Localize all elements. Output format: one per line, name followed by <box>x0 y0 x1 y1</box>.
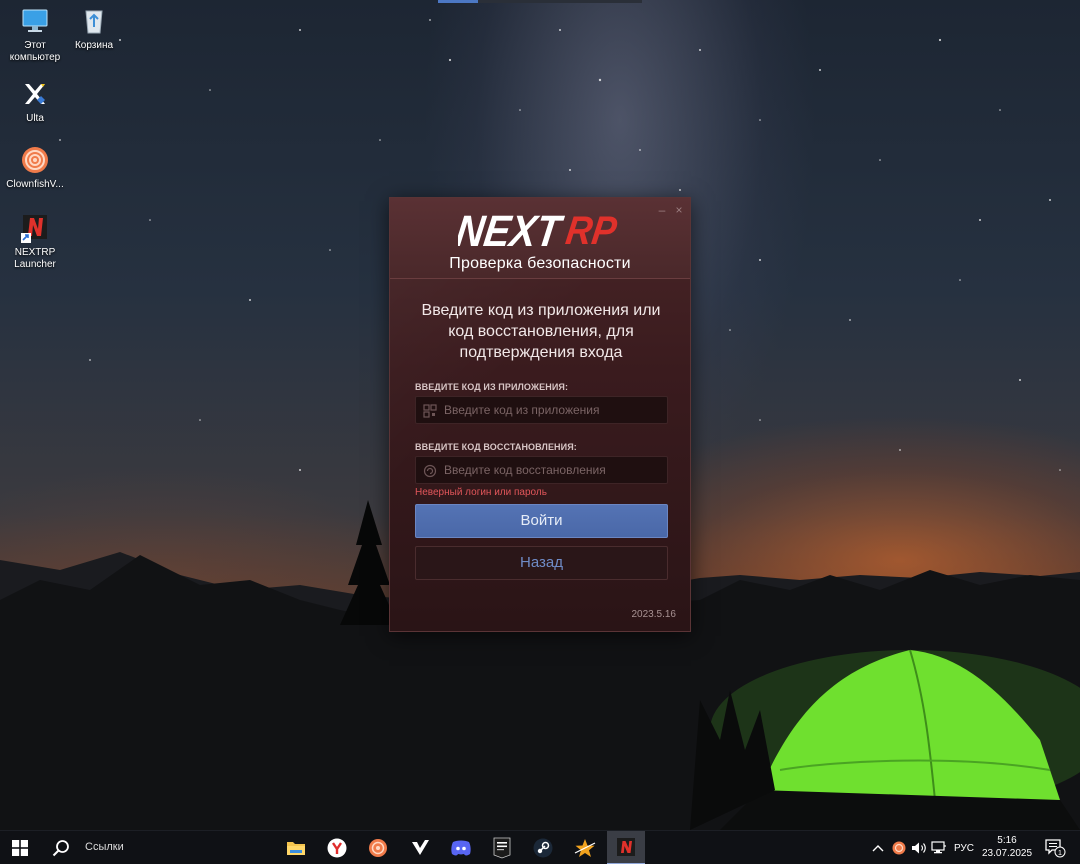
desktop-icon-nextrp-launcher[interactable]: NEXTRP Launcher <box>0 212 70 271</box>
clock-date: 23.07.2025 <box>982 848 1033 859</box>
close-button[interactable]: × <box>673 204 685 216</box>
minimize-button[interactable]: – <box>656 204 668 216</box>
desktop-icon-label: NEXTRP Launcher <box>14 247 56 270</box>
login-button[interactable]: Войти <box>415 504 668 538</box>
instruction-text: Введите код из приложения или код восста… <box>421 302 661 361</box>
tray-notifications[interactable]: 1 <box>1040 831 1070 864</box>
discord-icon <box>451 840 471 856</box>
ulta-icon <box>412 840 429 855</box>
taskbar-app-steam[interactable] <box>524 831 562 864</box>
clock-time: 5:16 <box>997 835 1017 846</box>
app-code-label: ВВЕДИТЕ КОД ИЗ ПРИЛОЖЕНИЯ: <box>415 382 569 392</box>
desktop-icon-label: Корзина <box>74 40 114 51</box>
qr-code-icon <box>423 404 437 418</box>
taskbar-app-epic-games[interactable] <box>483 831 521 864</box>
recovery-code-input[interactable] <box>444 457 664 483</box>
desktop-icon-label: ClownfishV... <box>6 179 64 190</box>
app-code-field[interactable] <box>415 396 668 424</box>
recovery-code-field[interactable] <box>415 456 668 484</box>
speaker-icon <box>912 842 926 854</box>
desktop-icon-ulta[interactable]: Ulta <box>0 78 70 125</box>
security-check-window: NEXT RP Проверка безопасности – × Введит… <box>389 197 691 632</box>
recovery-icon <box>423 464 437 478</box>
recovery-code-label: ВВЕДИТЕ КОД ВОССТАНОВЛЕНИЯ: <box>415 442 577 452</box>
taskbar-app-file-explorer[interactable] <box>277 831 315 864</box>
taskbar-app-yandex-browser[interactable] <box>318 831 356 864</box>
window-title: Проверка безопасности <box>449 255 631 272</box>
steam-icon <box>533 838 553 858</box>
tray-clownfish[interactable] <box>889 831 909 864</box>
nextrp-launcher-icon <box>21 215 47 243</box>
yandex-icon <box>327 838 347 858</box>
taskbar-search-button[interactable] <box>44 831 78 864</box>
tray-network[interactable] <box>929 831 949 864</box>
nextrp-logo: NEXT RP <box>458 204 626 252</box>
taskbar-app-game-launcher[interactable] <box>566 831 604 864</box>
recycle-bin-icon <box>85 10 103 34</box>
error-message: Неверный логин или пароль <box>415 487 547 498</box>
search-icon <box>52 840 69 857</box>
chevron-up-icon <box>872 845 884 852</box>
taskbar-app-ulta[interactable] <box>401 831 439 864</box>
tray-show-hidden-icons[interactable] <box>868 831 888 864</box>
this-pc-icon <box>22 9 48 32</box>
notification-count: 1 <box>1058 848 1062 857</box>
star-icon <box>574 839 596 857</box>
taskbar-app-discord[interactable] <box>442 831 480 864</box>
tray-volume[interactable] <box>909 831 929 864</box>
logo-rp-text: RP <box>563 208 619 252</box>
window-header: NEXT RP Проверка безопасности – × <box>390 198 690 279</box>
epic-games-icon <box>493 837 511 859</box>
clownfish-icon <box>369 839 387 857</box>
version-label: 2023.5.16 <box>631 609 677 620</box>
nextrp-icon <box>617 838 635 856</box>
tray-clock[interactable]: 5:16 23.07.2025 <box>982 834 1032 860</box>
clownfish-icon <box>22 147 48 173</box>
clownfish-icon <box>892 841 906 855</box>
network-icon <box>931 841 946 854</box>
desktop-icon-label: Этот компьютер <box>9 40 61 63</box>
tray-language[interactable]: РУС <box>950 831 978 864</box>
back-button[interactable]: Назад <box>415 546 668 580</box>
ulta-icon <box>25 84 45 104</box>
top-tab-indicator <box>438 0 642 3</box>
start-button[interactable] <box>0 831 40 864</box>
taskbar-app-nextrp-launcher[interactable] <box>607 831 645 864</box>
folder-icon <box>287 842 305 855</box>
notification-icon: 1 <box>1045 839 1066 858</box>
top-tab-active-segment <box>438 0 478 3</box>
logo-next-text: NEXT <box>458 207 567 252</box>
desktop-icon-clownfish[interactable]: ClownfishV... <box>0 144 70 191</box>
desktop-icon-label: Ulta <box>26 113 44 124</box>
taskbar: Ссылки РУС 5:16 23.07.2025 1 <box>0 830 1080 864</box>
taskbar-search-label[interactable]: Ссылки <box>85 841 124 853</box>
app-code-input[interactable] <box>444 397 664 423</box>
taskbar-app-clownfish[interactable] <box>359 831 397 864</box>
desktop-icon-recycle-bin[interactable]: Корзина <box>59 5 129 52</box>
windows-icon <box>12 840 28 856</box>
